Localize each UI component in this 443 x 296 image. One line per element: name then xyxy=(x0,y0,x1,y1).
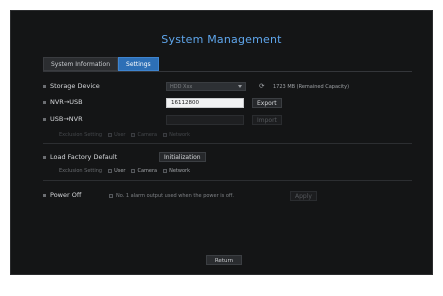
usb-to-nvr-label: USB→NVR xyxy=(50,115,83,123)
exclusion-setting-row: Exclusion Setting User Camera Network xyxy=(59,168,190,174)
checkbox-icon xyxy=(163,169,168,173)
refresh-icon[interactable]: ⟳ xyxy=(259,82,264,90)
exclude-user-checkbox[interactable]: User xyxy=(108,132,125,138)
storage-device-select[interactable]: HDD Xxx xyxy=(166,82,246,91)
tab-bar: System Information Settings xyxy=(43,57,159,71)
initialization-button[interactable]: Initialization xyxy=(159,152,206,162)
exclude-camera-checkbox[interactable]: Camera xyxy=(131,132,157,138)
load-factory-default-label: Load Factory Default xyxy=(50,153,118,161)
exclude-camera-checkbox[interactable]: Camera xyxy=(131,168,157,174)
power-off-description: No. 1 alarm output used when the power i… xyxy=(116,193,234,199)
exclude-network-checkbox[interactable]: Network xyxy=(163,132,190,138)
power-off-option[interactable]: No. 1 alarm output used when the power i… xyxy=(109,193,234,199)
remaining-capacity: 1723 MB (Remained Capacity) xyxy=(273,84,350,90)
import-button[interactable]: Import xyxy=(252,115,282,125)
checkbox-icon xyxy=(163,133,168,137)
storage-device-label: Storage Device xyxy=(50,82,100,90)
power-off-label: Power Off xyxy=(50,191,82,199)
exclusion-setting-label: Exclusion Setting xyxy=(59,168,103,174)
exclusion-setting-row: Exclusion Setting User Camera Network xyxy=(59,132,190,138)
checkbox-icon xyxy=(131,169,136,173)
nvr-to-usb-label: NVR→USB xyxy=(50,98,83,106)
exclusion-setting-label: Exclusion Setting xyxy=(59,132,103,138)
tab-settings[interactable]: Settings xyxy=(118,57,159,71)
storage-device-value: HDD Xxx xyxy=(170,84,193,90)
export-button[interactable]: Export xyxy=(252,98,282,108)
system-management-window: System Management System Information Set… xyxy=(10,10,433,275)
row-bullet xyxy=(43,156,46,159)
page-title: System Management xyxy=(161,33,282,46)
tab-divider xyxy=(43,71,412,72)
import-file-field[interactable] xyxy=(166,115,244,125)
checkbox-icon xyxy=(109,194,113,198)
apply-button[interactable]: Apply xyxy=(290,191,317,201)
checkbox-icon xyxy=(131,133,136,137)
row-bullet xyxy=(43,118,46,121)
section-divider xyxy=(43,143,412,144)
checkbox-icon xyxy=(108,169,113,173)
return-button[interactable]: Return xyxy=(206,255,242,265)
row-bullet xyxy=(43,194,46,197)
row-bullet xyxy=(43,85,46,88)
tab-system-information[interactable]: System Information xyxy=(43,57,119,71)
exclude-user-checkbox[interactable]: User xyxy=(108,168,125,174)
chevron-down-icon xyxy=(238,85,242,88)
section-divider xyxy=(43,180,412,181)
exclude-network-checkbox[interactable]: Network xyxy=(163,168,190,174)
checkbox-icon xyxy=(108,133,113,137)
row-bullet xyxy=(43,101,46,104)
export-filename-input[interactable]: 16112800 xyxy=(166,98,244,108)
